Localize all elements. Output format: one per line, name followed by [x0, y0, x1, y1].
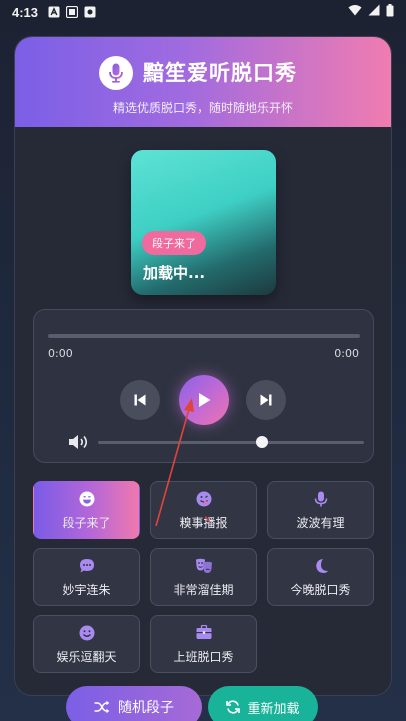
category-grid: 段子来了 糗事播报 波波有理 妙宇连朱 非常溜佳期 今晚脱口秀 娱乐逗翻天 上班…	[33, 481, 375, 673]
total-time: 0:00	[334, 347, 359, 360]
category-label: 上班脱口秀	[173, 649, 234, 664]
theater-masks-icon	[195, 557, 213, 575]
category-label: 段子来了	[62, 515, 111, 530]
microphone-icon	[312, 490, 330, 508]
play-button[interactable]	[179, 375, 229, 425]
category-item-今晚脱口秀[interactable]: 今晚脱口秀	[267, 548, 374, 606]
category-item-糗事播报[interactable]: 糗事播报	[150, 481, 257, 539]
next-button[interactable]	[246, 380, 286, 420]
category-label: 妙宇连朱	[62, 582, 111, 597]
category-item-非常溜佳期[interactable]: 非常溜佳期	[150, 548, 257, 606]
category-label: 糗事播报	[179, 515, 228, 530]
category-item-妙宇连朱[interactable]: 妙宇连朱	[33, 548, 140, 606]
random-joke-button[interactable]: 随机段子	[66, 686, 202, 721]
reload-label: 重新加载	[247, 701, 300, 717]
category-label: 今晚脱口秀	[290, 582, 351, 597]
progress-bar[interactable]	[48, 334, 360, 338]
comment-dots-icon	[78, 557, 96, 575]
category-item-上班脱口秀[interactable]: 上班脱口秀	[150, 615, 257, 673]
microphone-logo-icon	[99, 56, 133, 90]
app-title: 黯笙爱听脱口秀	[143, 61, 297, 85]
current-time: 0:00	[48, 347, 73, 360]
category-label: 波波有理	[296, 515, 345, 530]
category-label: 非常溜佳期	[173, 582, 234, 597]
skip-forward-icon	[260, 394, 272, 406]
app-header: 黯笙爱听脱口秀 精选优质脱口秀，随时随地乐开怀	[15, 37, 391, 127]
status-time: 4:13	[12, 4, 39, 20]
volume-icon[interactable]	[68, 434, 90, 450]
laugh-icon	[78, 490, 96, 508]
album-cover: 段子来了 加载中...	[131, 150, 276, 295]
moon-icon	[312, 557, 330, 575]
category-label: 娱乐逗翻天	[56, 649, 117, 664]
category-tag: 段子来了	[142, 231, 206, 255]
track-title: 加载中...	[143, 264, 206, 282]
volume-slider[interactable]	[98, 441, 364, 444]
reload-button[interactable]: 重新加载	[208, 686, 318, 721]
battery-icon	[386, 3, 394, 21]
audio-player: 0:00 0:00	[33, 309, 374, 463]
random-joke-label: 随机段子	[118, 700, 174, 716]
shuffle-icon	[94, 700, 110, 714]
app-c-icon	[84, 6, 96, 18]
play-icon	[199, 393, 211, 407]
briefcase-icon	[195, 624, 213, 642]
category-item-段子来了[interactable]: 段子来了	[33, 481, 140, 539]
category-item-波波有理[interactable]: 波波有理	[267, 481, 374, 539]
previous-button[interactable]	[120, 380, 160, 420]
refresh-icon	[226, 700, 241, 714]
app-a-icon	[48, 6, 60, 18]
category-item-娱乐逗翻天[interactable]: 娱乐逗翻天	[33, 615, 140, 673]
main-card: 黯笙爱听脱口秀 精选优质脱口秀，随时随地乐开怀 段子来了 加载中... 0:00…	[14, 36, 392, 696]
smile-icon	[78, 624, 96, 642]
app-b-icon	[66, 6, 79, 18]
grin-tongue-icon	[195, 490, 213, 508]
volume-knob[interactable]	[256, 436, 268, 448]
wifi-icon	[348, 4, 362, 20]
skip-back-icon	[134, 394, 146, 406]
app-subtitle: 精选优质脱口秀，随时随地乐开怀	[112, 101, 293, 115]
status-bar: 4:13	[0, 0, 406, 24]
signal-icon	[368, 4, 380, 20]
